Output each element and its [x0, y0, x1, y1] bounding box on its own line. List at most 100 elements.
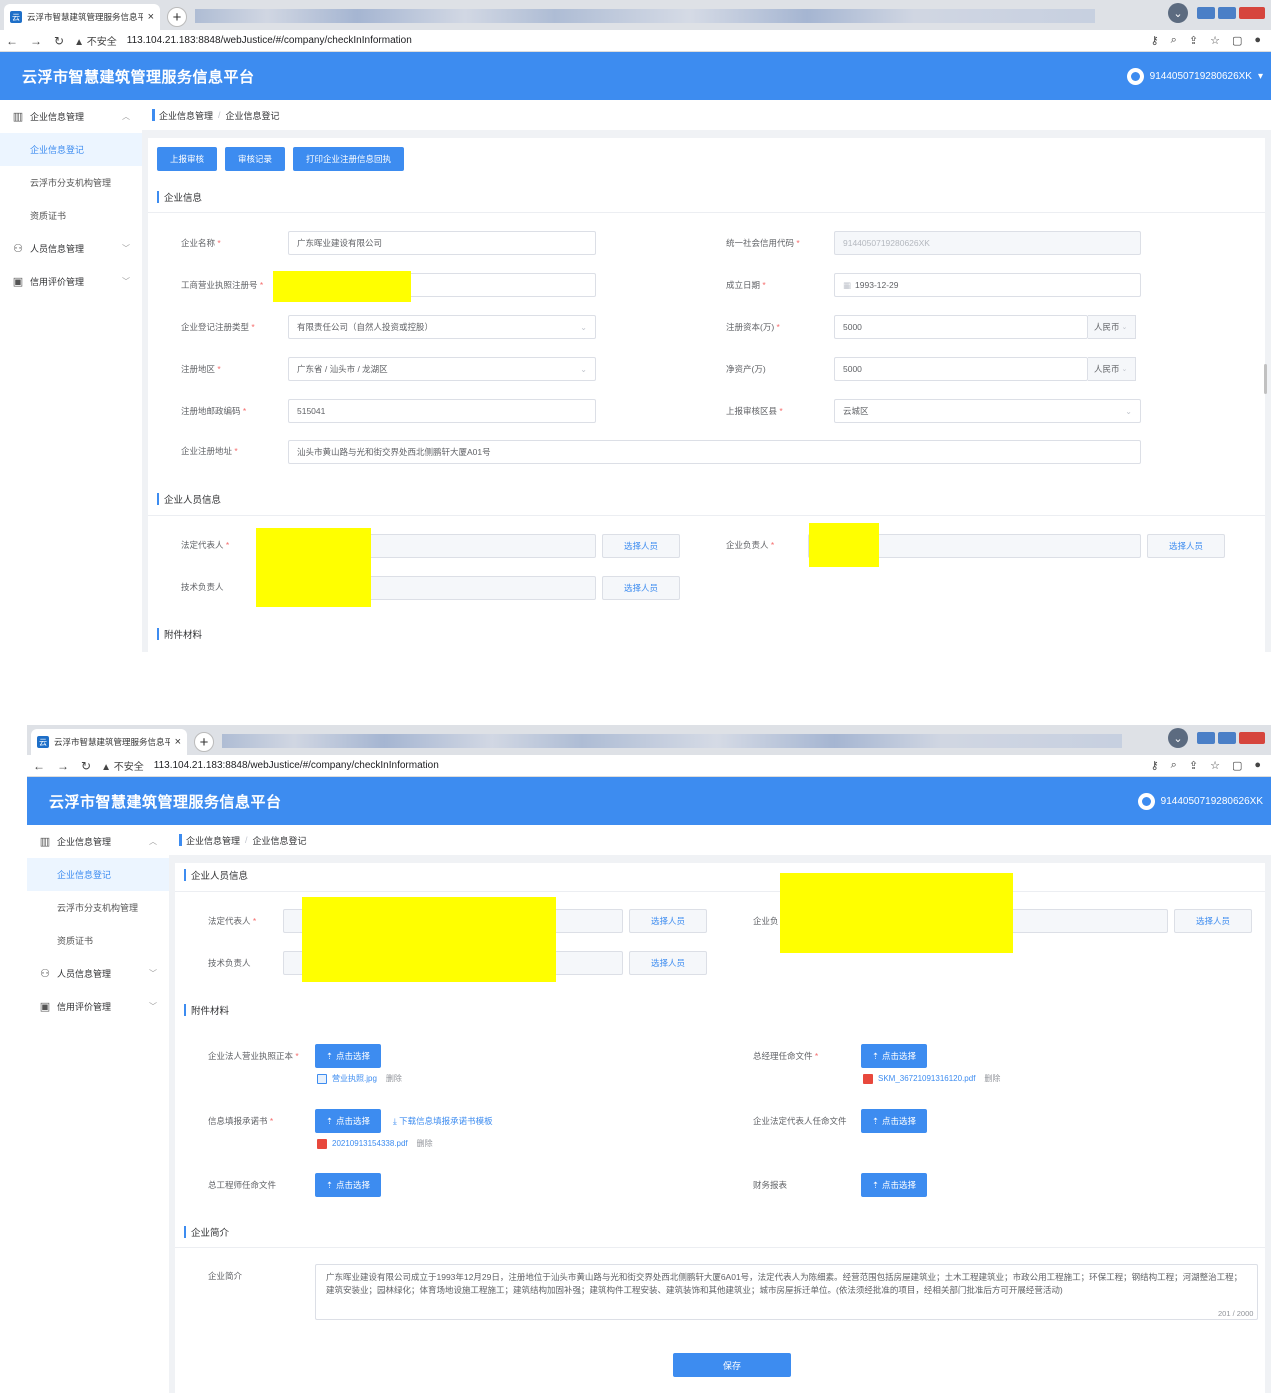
address-input[interactable]: 汕头市黄山路与光和街交界处西北侧鹏轩大厦A01号 [288, 440, 1141, 464]
net-assets-input[interactable]: 5000 [834, 357, 1088, 381]
close-window-button[interactable] [1239, 7, 1265, 19]
submit-review-button[interactable]: 上报审核 [157, 147, 218, 171]
select-legal-rep-button[interactable]: 选择人员 [602, 534, 680, 558]
upload-chief-engineer-button[interactable]: ⇡ 点击选择 [315, 1173, 381, 1197]
close-window-button[interactable] [1239, 732, 1265, 744]
review-records-button[interactable]: 审核记录 [225, 147, 286, 171]
back-arrow-icon[interactable]: ← [6, 34, 18, 48]
minimize-button[interactable] [1197, 7, 1215, 19]
upload-license-button[interactable]: ⇡ 点击选择 [315, 1044, 381, 1068]
menu-item-branch[interactable]: 云浮市分支机构管理 [27, 891, 169, 924]
delete-link[interactable]: 删除 [417, 1138, 433, 1149]
tab-search-chevron-icon[interactable]: ⌄ [1168, 728, 1188, 748]
download-template-link[interactable]: ⤓ 下载信息填报承诺书模板 [393, 1115, 493, 1127]
menu-item-branch[interactable]: 云浮市分支机构管理 [0, 166, 142, 199]
caret-down-icon: ▾ [1257, 70, 1263, 82]
reg-type-select[interactable]: 有限责任公司（自然人投资或控股） ⌄ [288, 315, 596, 339]
browser-tab-active[interactable]: 云 云浮市智慧建筑管理服务信息平 × [4, 4, 160, 30]
menu-label: 人员信息管理 [57, 969, 112, 979]
insecure-badge[interactable]: ▲ 不安全 [74, 33, 117, 48]
save-button[interactable]: 保存 [673, 1353, 791, 1377]
site-favicon-icon: 云 [10, 11, 22, 23]
new-tab-button[interactable]: + [194, 732, 214, 752]
menu-person-info[interactable]: ⚇ 人员信息管理 ﹀ [0, 232, 142, 265]
tab-close-icon[interactable]: × [148, 11, 154, 23]
found-date-picker[interactable]: ▦ 1993-12-29 [834, 273, 1141, 297]
delete-link[interactable]: 删除 [386, 1073, 402, 1084]
select-legal-rep-button[interactable]: 选择人员 [629, 909, 707, 933]
menu-person-info[interactable]: ⚇ 人员信息管理 ﹀ [27, 957, 169, 990]
bookmark-star-icon[interactable]: ☆ [1210, 759, 1220, 772]
reload-icon[interactable]: ↻ [81, 759, 91, 773]
tab-search-chevron-icon[interactable]: ⌄ [1168, 3, 1188, 23]
upload-pledge-button[interactable]: ⇡ 点击选择 [315, 1109, 381, 1133]
back-arrow-icon[interactable]: ← [33, 759, 45, 773]
user-menu[interactable]: 9144050719280626XK [1137, 792, 1263, 810]
menu-label: 信用评价管理 [57, 1002, 112, 1012]
menu-item-cert[interactable]: 资质证书 [0, 199, 142, 232]
section-personnel: 企业人员信息 [157, 492, 221, 506]
building-icon: ▥ [39, 836, 51, 848]
tab-close-icon[interactable]: × [175, 736, 181, 748]
menu-company-info[interactable]: ▥ 企业信息管理 ︿ [27, 825, 169, 858]
maximize-button[interactable] [1218, 7, 1236, 19]
menu-credit[interactable]: ▣ 信用评价管理 ﹀ [0, 265, 142, 298]
profile-icon[interactable]: ● [1254, 34, 1261, 47]
net-assets-currency-select[interactable]: 人民币 ⌄ [1088, 357, 1136, 381]
postcode-input[interactable]: 515041 [288, 399, 596, 423]
select-tech-head-button[interactable]: 选择人员 [629, 951, 707, 975]
intro-textarea[interactable]: 广东晖业建设有限公司成立于1993年12月29日，注册地位于汕头市黄山路与光和街… [315, 1264, 1258, 1320]
menu-company-info[interactable]: ▥ 企业信息管理 ︿ [0, 100, 142, 133]
browser-tab-active[interactable]: 云 云浮市智慧建筑管理服务信息平 × [31, 729, 187, 755]
menu-item-register[interactable]: 企业信息登记 [27, 858, 169, 891]
sidepanel-icon[interactable]: ▢ [1232, 759, 1242, 772]
breadcrumb-parent[interactable]: 企业信息管理 [186, 834, 240, 847]
reload-icon[interactable]: ↻ [54, 34, 64, 48]
file-name[interactable]: SKM_36721091316120.pdf [878, 1074, 975, 1083]
label-postcode: 注册地邮政编码 * [181, 406, 247, 416]
select-tech-head-button[interactable]: 选择人员 [602, 576, 680, 600]
menu-item-cert[interactable]: 资质证书 [27, 924, 169, 957]
blurred-tabs [195, 9, 1095, 23]
delete-link[interactable]: 删除 [984, 1073, 1000, 1084]
print-receipt-button[interactable]: 打印企业注册信息回执 [293, 147, 405, 171]
select-company-head-button[interactable]: 选择人员 [1174, 909, 1252, 933]
review-district-select[interactable]: 云城区 ⌄ [834, 399, 1141, 423]
user-id: 9144050719280626XK [1160, 795, 1263, 807]
url-text[interactable]: 113.104.21.183:8848/webJustice/#/company… [154, 760, 439, 771]
upload-finance-button[interactable]: ⇡ 点击选择 [861, 1173, 927, 1197]
file-name[interactable]: 营业执照.jpg [332, 1073, 377, 1084]
user-menu[interactable]: 9144050719280626XK ▾ [1126, 67, 1263, 85]
upload-legal-appoint-button[interactable]: ⇡ 点击选择 [861, 1109, 927, 1133]
select-company-head-button[interactable]: 选择人员 [1147, 534, 1225, 558]
profile-icon[interactable]: ● [1254, 759, 1261, 772]
sidepanel-icon[interactable]: ▢ [1232, 34, 1242, 47]
page-scrollbar[interactable] [1264, 364, 1267, 394]
key-icon[interactable]: ⚷ [1151, 759, 1159, 772]
menu-item-register[interactable]: 企业信息登记 [0, 133, 142, 166]
capital-currency-select[interactable]: 人民币 ⌄ [1088, 315, 1136, 339]
forward-arrow-icon[interactable]: → [57, 759, 69, 773]
zoom-icon[interactable]: ⌕ [1171, 34, 1177, 47]
key-icon[interactable]: ⚷ [1151, 34, 1159, 47]
menu-credit[interactable]: ▣ 信用评价管理 ﹀ [27, 990, 169, 1023]
capital-input[interactable]: 5000 [834, 315, 1088, 339]
bookmark-star-icon[interactable]: ☆ [1210, 34, 1220, 47]
forward-arrow-icon[interactable]: → [30, 34, 42, 48]
sidebar: ▥ 企业信息管理 ︿ 企业信息登记 云浮市分支机构管理 资质证书 ⚇ 人员信息管… [0, 100, 142, 652]
upload-icon: ⇡ [871, 1115, 880, 1126]
upload-gm-button[interactable]: ⇡ 点击选择 [861, 1044, 927, 1068]
insecure-badge[interactable]: ▲ 不安全 [101, 758, 144, 773]
new-tab-button[interactable]: + [167, 7, 187, 27]
minimize-button[interactable] [1197, 732, 1215, 744]
url-text[interactable]: 113.104.21.183:8848/webJustice/#/company… [127, 35, 412, 46]
share-icon[interactable]: ⇪ [1189, 759, 1198, 772]
region-cascader[interactable]: 广东省 / 汕头市 / 龙湖区 ⌄ [288, 357, 596, 381]
file-name[interactable]: 20210913154338.pdf [332, 1139, 408, 1148]
browser-tabstrip: 云 云浮市智慧建筑管理服务信息平 × + ⌄ [27, 725, 1271, 755]
company-name-input[interactable]: 广东晖业建设有限公司 [288, 231, 596, 255]
maximize-button[interactable] [1218, 732, 1236, 744]
zoom-icon[interactable]: ⌕ [1171, 759, 1177, 772]
breadcrumb-parent[interactable]: 企业信息管理 [159, 109, 213, 122]
share-icon[interactable]: ⇪ [1189, 34, 1198, 47]
